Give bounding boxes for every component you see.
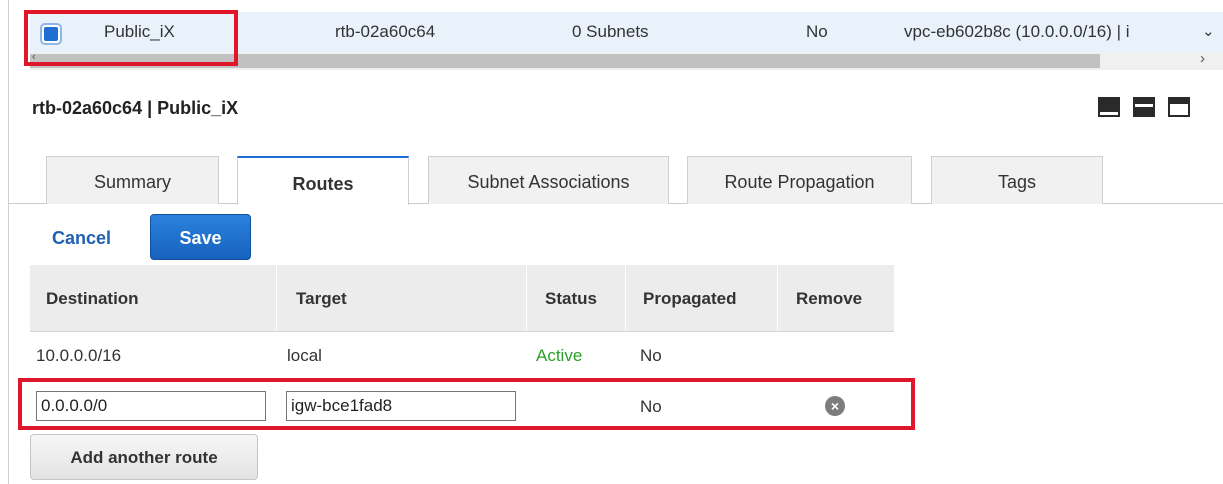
highlight-box-row xyxy=(24,10,238,66)
tab-subnet-associations[interactable]: Subnet Associations xyxy=(428,156,669,204)
chevron-right-icon[interactable]: › xyxy=(1200,50,1205,67)
route-table-main: No xyxy=(806,22,828,41)
route-destination: 10.0.0.0/16 xyxy=(36,346,122,365)
header-propagated: Propagated xyxy=(643,289,737,308)
tab-routes[interactable]: Routes xyxy=(237,156,409,205)
header-destination: Destination xyxy=(46,289,139,308)
tab-summary[interactable]: Summary xyxy=(46,156,219,204)
route-table-id: rtb-02a60c64 xyxy=(335,22,436,41)
column-divider xyxy=(777,265,778,331)
column-divider xyxy=(526,265,527,331)
route-table-vpc: vpc-eb602b8c (10.0.0.0/16) | i xyxy=(904,22,1130,41)
layout-switcher xyxy=(1098,97,1190,117)
pane-border xyxy=(8,0,9,484)
tab-tags[interactable]: Tags xyxy=(931,156,1103,204)
tab-route-propagation[interactable]: Route Propagation xyxy=(687,156,912,204)
header-target: Target xyxy=(296,289,347,308)
route-propagated: No xyxy=(640,346,662,365)
layout-top-icon[interactable] xyxy=(1168,97,1190,117)
layout-bottom-icon[interactable] xyxy=(1098,97,1120,117)
header-status: Status xyxy=(545,289,597,308)
route-target: local xyxy=(287,346,322,365)
column-divider xyxy=(625,265,626,331)
route-table-subnets: 0 Subnets xyxy=(572,22,649,41)
save-button[interactable]: Save xyxy=(150,214,251,260)
highlight-box-new-route xyxy=(18,378,915,430)
header-remove: Remove xyxy=(796,289,863,308)
chevron-down-icon[interactable]: ⌄ xyxy=(1202,22,1215,40)
column-divider xyxy=(276,265,277,331)
add-another-route-button[interactable]: Add another route xyxy=(30,434,258,480)
layout-split-icon[interactable] xyxy=(1133,97,1155,117)
route-status: Active xyxy=(536,346,583,365)
routes-table-header xyxy=(30,265,894,332)
details-title: rtb-02a60c64 | Public_iX xyxy=(32,98,239,118)
cancel-link[interactable]: Cancel xyxy=(52,228,111,249)
